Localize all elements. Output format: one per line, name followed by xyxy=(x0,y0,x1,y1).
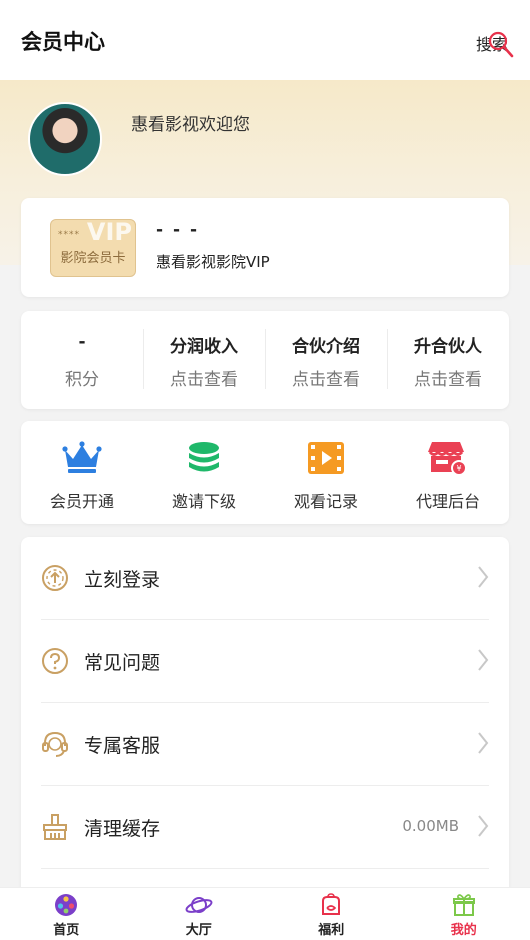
stat-revenue-share[interactable]: 分润收入 点击查看 xyxy=(143,311,265,409)
chevron-right-icon xyxy=(478,815,489,837)
stat-partner-intro[interactable]: 合伙介绍 点击查看 xyxy=(265,311,387,409)
chevron-right-icon xyxy=(478,566,489,588)
film-play-icon xyxy=(308,442,344,474)
stat-value: 分润收入 xyxy=(170,337,238,357)
action-label: 邀请下级 xyxy=(171,492,236,511)
chevron-right-icon xyxy=(478,649,489,671)
vip-level: - - - xyxy=(156,220,200,240)
action-label: 会员开通 xyxy=(49,492,114,511)
film-reel-icon xyxy=(55,894,78,916)
headset-icon xyxy=(42,731,68,757)
gift-box-icon xyxy=(452,894,475,916)
tab-home[interactable]: 首页 xyxy=(0,888,133,940)
search-button[interactable]: 搜索 xyxy=(476,28,516,58)
menu-label: 清理缓存 xyxy=(84,818,161,840)
tab-label: 首页 xyxy=(53,923,80,938)
stats-panel: - 积分 分润收入 点击查看 合伙介绍 点击查看 升合伙人 点击查看 xyxy=(21,311,509,409)
chevron-right-icon xyxy=(478,732,489,754)
membership-card-icon: **** VIP 影院会员卡 xyxy=(50,218,136,277)
stat-points[interactable]: - 积分 xyxy=(21,311,143,409)
tab-hall[interactable]: 大厅 xyxy=(133,888,266,940)
action-vip-open[interactable]: 会员开通 xyxy=(21,421,143,524)
tab-label: 我的 xyxy=(450,923,477,938)
stat-label: 点击查看 xyxy=(292,370,360,390)
page-title: 会员中心 xyxy=(21,30,105,54)
menu-label: 常见问题 xyxy=(84,652,161,674)
card-stars: **** xyxy=(58,230,80,240)
welcome-text: 惠看影视欢迎您 xyxy=(131,115,250,135)
stat-label: 积分 xyxy=(65,370,99,390)
quick-actions: 会员开通 邀请下级 观看记录 ¥ 代理后台 xyxy=(21,421,509,524)
crown-icon xyxy=(62,441,102,473)
stat-value: 升合伙人 xyxy=(414,337,482,357)
vip-card[interactable]: **** VIP 影院会员卡 - - - 惠看影视影院VIP xyxy=(21,198,509,297)
menu-item-faq[interactable]: 常见问题 xyxy=(41,620,489,703)
bottom-tab-bar: 首页 大厅 福利 我的 xyxy=(0,887,530,940)
menu-label: 立刻登录 xyxy=(84,569,161,591)
planet-icon xyxy=(185,897,213,913)
stat-value: 合伙介绍 xyxy=(292,337,360,357)
store-icon: ¥ xyxy=(428,442,467,476)
menu-item-login[interactable]: 立刻登录 xyxy=(41,537,489,620)
search-icon xyxy=(488,31,514,58)
coins-stack-icon xyxy=(189,442,219,472)
vip-name: 惠看影视影院VIP xyxy=(156,253,270,271)
gift-bag-icon xyxy=(322,893,341,915)
action-label: 代理后台 xyxy=(415,492,480,511)
action-watch-history[interactable]: 观看记录 xyxy=(265,421,387,524)
cache-size: 0.00MB xyxy=(402,817,459,835)
tab-welfare[interactable]: 福利 xyxy=(265,888,398,940)
menu-item-support[interactable]: 专属客服 xyxy=(41,703,489,786)
tab-label: 大厅 xyxy=(185,923,212,938)
card-name: 影院会员卡 xyxy=(60,251,126,266)
card-vip-mark: VIP xyxy=(86,218,132,246)
question-icon xyxy=(42,648,68,674)
action-label: 观看记录 xyxy=(293,492,358,511)
action-invite[interactable]: 邀请下级 xyxy=(143,421,265,524)
svg-text:¥: ¥ xyxy=(456,464,461,473)
stat-become-partner[interactable]: 升合伙人 点击查看 xyxy=(387,311,509,409)
stat-label: 点击查看 xyxy=(170,370,238,390)
broom-icon xyxy=(43,814,67,840)
settings-menu: 立刻登录 常见问题 专属客服 清理缓存 0.00MB xyxy=(21,537,509,897)
menu-item-clear-cache[interactable]: 清理缓存 0.00MB xyxy=(41,786,489,869)
tab-label: 福利 xyxy=(318,923,345,938)
menu-label: 专属客服 xyxy=(84,735,161,757)
action-agent-backend[interactable]: ¥ 代理后台 xyxy=(387,421,509,524)
stat-value: - xyxy=(78,332,86,352)
stat-label: 点击查看 xyxy=(414,370,482,390)
top-bar: 会员中心 搜索 xyxy=(0,0,530,80)
tab-mine[interactable]: 我的 xyxy=(398,888,530,940)
avatar[interactable] xyxy=(28,102,102,176)
login-arrow-icon xyxy=(42,565,68,591)
